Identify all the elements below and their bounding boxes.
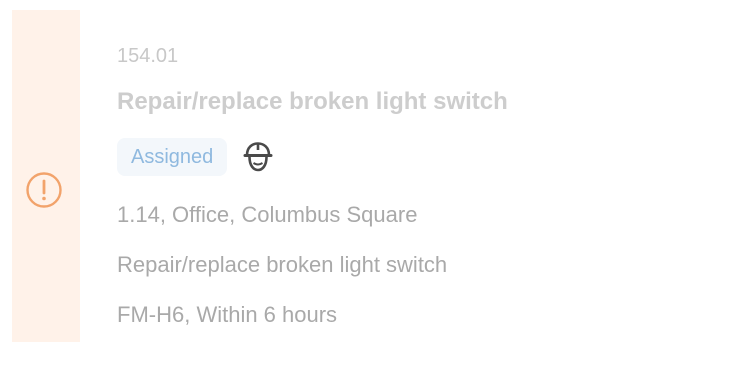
ticket-id: 154.01 [117,45,179,67]
ticket-description: Repair/replace broken light switch [117,252,448,277]
ticket-title[interactable]: Repair/replace broken light switch [117,88,508,116]
hard-hat-worker-icon [243,142,273,172]
priority-strip [12,10,80,342]
exclamation-circle-icon [26,172,62,208]
ticket-sla: FM-H6, Within 6 hours [117,302,338,327]
ticket-location: 1.14, Office, Columbus Square [117,202,418,227]
ticket-card[interactable]: 154.01 Repair/replace broken light switc… [12,10,750,342]
status-row: Assigned [117,138,275,176]
status-badge: Assigned [117,138,228,176]
